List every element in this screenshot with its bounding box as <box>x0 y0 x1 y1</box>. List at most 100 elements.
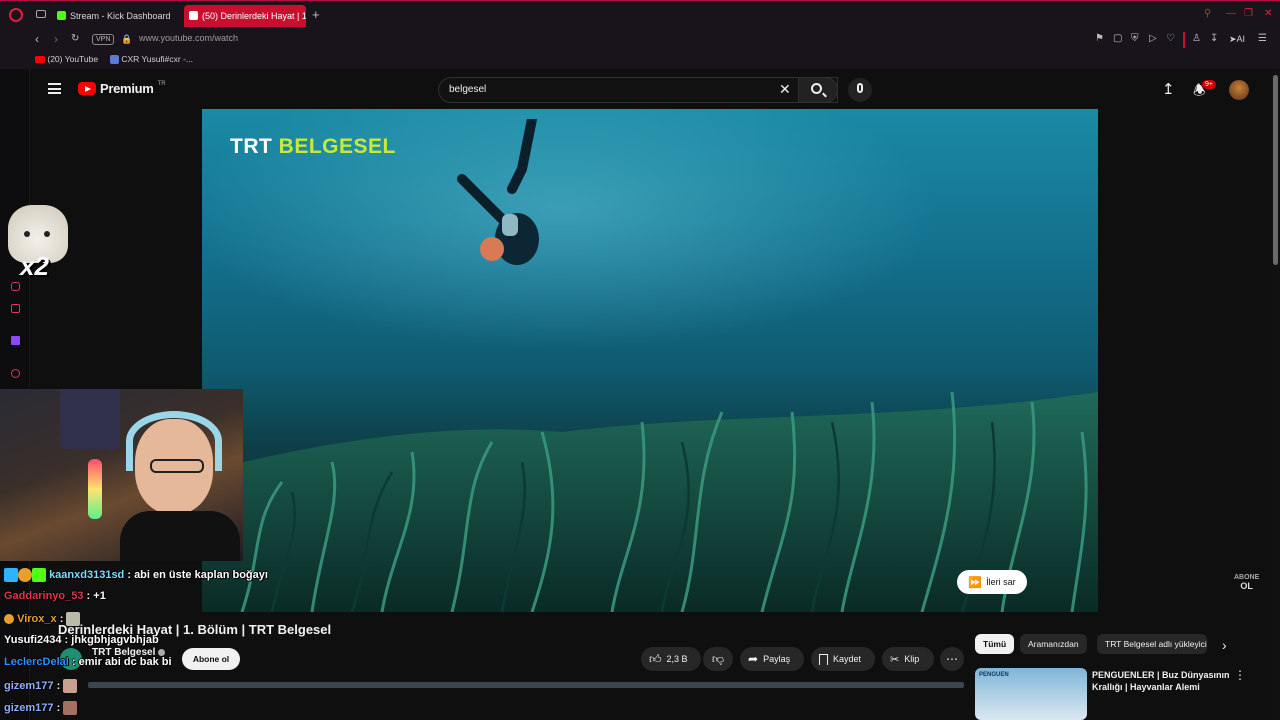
search-tabs-icon[interactable]: ⚲ <box>1204 8 1211 20</box>
share-label: Paylaş <box>763 654 791 664</box>
more-dots-icon: ⋯ <box>946 652 958 666</box>
recommended-more-icon[interactable]: ⋮ <box>1234 668 1246 682</box>
opera-logo-icon[interactable] <box>9 8 23 22</box>
like-button[interactable]: 👍︎ 2,3 B <box>641 647 701 671</box>
video-player[interactable]: TRT BELGESEL <box>202 109 1098 612</box>
chat-message: Gaddarinyo_53 : +1 <box>4 590 106 602</box>
profile-icon[interactable]: ♙ <box>1192 33 1201 45</box>
clear-search-icon[interactable]: ✕ <box>779 81 791 98</box>
streamer-webcam <box>0 389 243 561</box>
upload-icon[interactable]: ↥ <box>1162 80 1175 98</box>
bookmark-page-icon[interactable]: ⚑ <box>1095 33 1104 45</box>
share-button[interactable]: ➦ Paylaş <box>740 647 804 671</box>
chat-text: : jhkgbhjagvbhjab <box>64 634 159 646</box>
minimize-button[interactable]: — <box>1226 8 1236 20</box>
url-field[interactable]: www.youtube.com/watch <box>139 33 238 43</box>
chat-message: gizem177 : <box>4 679 78 693</box>
logo-region: TR <box>157 81 166 87</box>
messenger-icon[interactable] <box>11 304 20 313</box>
ai-label: AI <box>1236 34 1246 44</box>
shelf-decor <box>60 389 120 449</box>
save-button[interactable]: Kaydet <box>811 647 875 671</box>
instagram-icon[interactable] <box>11 282 20 291</box>
recommended-title[interactable]: PENGUENLER | Buz Dünyasının Krallığı | H… <box>1092 669 1232 693</box>
tab-overview-icon[interactable] <box>36 10 46 18</box>
bookmark-cxr[interactable]: CXR Yusufi#cxr -... <box>110 54 194 65</box>
voice-search-button[interactable] <box>848 78 872 102</box>
page-scrollbar[interactable] <box>1272 69 1280 720</box>
twitch-icon[interactable] <box>11 336 20 345</box>
back-icon[interactable]: ‹ <box>35 33 39 45</box>
shield-icon[interactable]: ⛨ <box>1131 33 1139 45</box>
bookmark-label: CXR Yusufi#cxr -... <box>121 54 194 64</box>
chat-text: : emir abi dc bak bi <box>71 656 172 668</box>
chips-next-icon[interactable]: › <box>1222 637 1227 653</box>
badge-icon <box>32 568 46 582</box>
thumbs-up-icon: 👍︎ <box>649 651 662 666</box>
chat-username: gizem177 <box>4 701 54 714</box>
browser-tab-bar: Stream - Kick Dashboard (50) Derinlerdek… <box>0 0 1280 29</box>
player-icon[interactable] <box>11 369 20 378</box>
chat-username: Gaddarinyo_53 <box>4 590 84 602</box>
chat-username: LeclercDelal <box>4 656 69 668</box>
new-tab-button[interactable]: + <box>312 8 320 21</box>
logo-text: Premium <box>100 81 154 96</box>
maximize-button[interactable]: ❐ <box>1244 8 1253 20</box>
like-count: 2,3 B <box>666 654 688 664</box>
youtube-premium-logo[interactable]: Premium TR <box>78 81 166 96</box>
fast-forward-icon: ⏩ <box>968 576 983 589</box>
subscribe-watermark-line2: OL <box>1240 581 1253 591</box>
hamburger-menu-icon[interactable] <box>48 83 61 94</box>
tab-label: (50) Derinlerdeki Hayat | 1 <box>202 11 306 21</box>
play-icon[interactable]: ▷ <box>1149 33 1157 45</box>
dislike-button[interactable]: 👎︎ <box>703 647 733 671</box>
channel-watermark: TRT BELGESEL <box>230 135 396 159</box>
thumbs-down-icon: 👎︎ <box>711 651 725 666</box>
chip-from-uploader[interactable]: TRT Belgesel adlı yükleyici <box>1097 634 1207 654</box>
recommended-title-line1: PENGUENLER | Buz Dünyasının <box>1092 670 1230 680</box>
avatar[interactable] <box>1229 80 1249 100</box>
recommended-thumbnail[interactable]: PENGUEN <box>975 668 1087 720</box>
bookmark-youtube[interactable]: (20) YouTube <box>35 54 98 64</box>
close-window-button[interactable]: ✕ <box>1264 8 1272 20</box>
rgb-light <box>88 459 102 519</box>
diver-figure <box>457 119 539 265</box>
snapshot-icon[interactable]: ▢ <box>1113 33 1122 45</box>
search-input[interactable]: belgesel ✕ <box>438 77 838 103</box>
search-button[interactable] <box>798 77 838 103</box>
search-query-text: belgesel <box>449 84 487 95</box>
lock-icon[interactable]: 🔒 <box>121 33 132 45</box>
chat-text: : <box>56 701 61 714</box>
subscribe-button[interactable]: Abone ol <box>182 648 240 670</box>
chip-all[interactable]: Tümü <box>975 634 1015 654</box>
share-icon: ➦ <box>748 652 759 666</box>
chat-message: Virox_x : <box>4 612 81 626</box>
youtube-play-logo-icon <box>78 82 96 95</box>
youtube-favicon-icon <box>189 11 198 20</box>
thumbnail-label: PENGUEN <box>979 672 1009 678</box>
menu-icon[interactable]: ☰ <box>1258 33 1267 45</box>
skip-forward-button[interactable]: ⏩ İleri sar <box>957 570 1027 594</box>
scissors-icon: ✂ <box>890 653 900 666</box>
tab-kick-dashboard[interactable]: Stream - Kick Dashboard <box>52 5 180 27</box>
subscribe-watermark[interactable]: ABONE OL <box>1234 574 1259 591</box>
chip-from-search[interactable]: Aramanızdan <box>1020 634 1087 654</box>
download-icon[interactable]: ↧ <box>1210 33 1218 45</box>
bookmarks-bar: (20) YouTube CXR Yusufi#cxr -... <box>0 51 1280 69</box>
forward-icon[interactable]: › <box>54 33 58 45</box>
chat-text: : abi en üste kaplan boğayı <box>127 568 268 581</box>
chat-text: : <box>59 612 64 625</box>
separator <box>1183 32 1185 48</box>
watermark-part-green: BELGESEL <box>278 135 396 158</box>
clip-button[interactable]: ✂ Klip <box>882 647 934 671</box>
more-actions-button[interactable]: ⋯ <box>940 647 964 671</box>
vpn-badge[interactable]: VPN <box>92 34 115 45</box>
tab-youtube-video[interactable]: (50) Derinlerdeki Hayat | 1 <box>184 5 306 27</box>
chat-message: LeclercDelal : emir abi dc bak bi <box>4 656 172 668</box>
chat-username: Yusufi2434 <box>4 634 62 646</box>
heart-icon[interactable]: ♡ <box>1166 33 1175 45</box>
reload-icon[interactable]: ↻ <box>71 33 79 45</box>
ai-button[interactable]: ➤AI <box>1229 34 1245 45</box>
chat-username: Virox_x <box>17 612 57 625</box>
description-box[interactable] <box>88 682 964 688</box>
